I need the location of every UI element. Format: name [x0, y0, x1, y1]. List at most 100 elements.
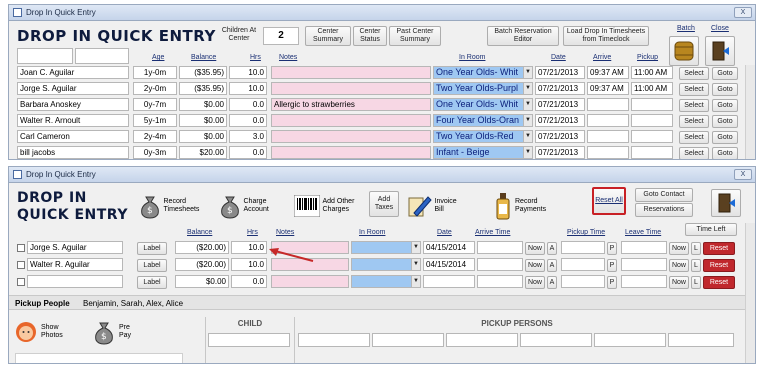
leave-time-field[interactable] [621, 241, 667, 254]
name-search-input-2[interactable] [75, 48, 129, 64]
center-status-button[interactable]: Center Status [353, 26, 387, 46]
reservations-button[interactable]: Reservations [635, 203, 693, 217]
room-select[interactable]: Two Year Olds-Red ▼ [433, 130, 533, 143]
notes-field[interactable] [271, 275, 349, 288]
chevron-down-icon[interactable]: ▼ [523, 83, 532, 94]
center-summary-button[interactable]: Center Summary [305, 26, 351, 46]
label-button[interactable]: Label [137, 242, 167, 255]
arrive-field[interactable]: 09:37 AM [587, 82, 629, 95]
leave-l-button[interactable]: L [691, 242, 701, 255]
pickup-field[interactable] [631, 98, 673, 111]
pickup-field[interactable]: 11:00 AM [631, 82, 673, 95]
goto-button[interactable]: Goto [712, 67, 738, 80]
pickup-p-button[interactable]: P [607, 276, 617, 289]
hrs-field[interactable]: 10.0 [229, 66, 267, 79]
leave-now-button[interactable]: Now [669, 242, 689, 255]
select-button[interactable]: Select [679, 131, 709, 144]
close-button[interactable] [705, 36, 735, 66]
select-button[interactable]: Select [679, 99, 709, 112]
batch-reservation-editor-button[interactable]: Batch Reservation Editor [487, 26, 559, 46]
leave-l-button[interactable]: L [691, 259, 701, 272]
goto-button[interactable]: Goto [712, 115, 738, 128]
date-field[interactable]: 04/15/2014 [423, 241, 475, 254]
hrs-field[interactable]: 0.0 [229, 98, 267, 111]
pickup-field[interactable]: 11:00 AM [631, 66, 673, 79]
hrs-field[interactable]: 3.0 [229, 130, 267, 143]
record-timesheets-button[interactable]: $ Record Timesheets [135, 190, 205, 222]
row-checkbox[interactable] [17, 278, 25, 286]
arrive-a-button[interactable]: A [547, 259, 557, 272]
pickup-field[interactable] [631, 146, 673, 159]
leave-time-field[interactable] [621, 275, 667, 288]
label-button[interactable]: Label [137, 259, 167, 272]
date-field[interactable]: 07/21/2013 [535, 146, 585, 159]
notes-field[interactable] [271, 146, 431, 159]
arrive-now-button[interactable]: Now [525, 276, 545, 289]
label-button[interactable]: Label [137, 276, 167, 289]
load-drop-in-timesheets-button[interactable]: Load Drop In Timesheets from Timeclock [563, 26, 649, 46]
date-field[interactable]: 07/21/2013 [535, 66, 585, 79]
charge-account-button[interactable]: $ Charge Account [213, 190, 283, 222]
hrs-field[interactable]: 10.0 [229, 82, 267, 95]
pickup-p-button[interactable]: P [607, 242, 617, 255]
time-left-button[interactable]: Time Left [685, 223, 737, 236]
add-taxes-button[interactable]: Add Taxes [369, 191, 399, 217]
chevron-down-icon[interactable]: ▼ [523, 147, 532, 158]
past-center-summary-button[interactable]: Past Center Summary [389, 26, 441, 46]
notes-field[interactable] [271, 82, 431, 95]
notes-field[interactable] [271, 130, 431, 143]
hrs-field[interactable]: 10.0 [231, 241, 267, 254]
goto-button[interactable]: Goto [712, 99, 738, 112]
show-photos-button[interactable]: Show Photos [15, 317, 75, 347]
arrive-field[interactable]: 09:37 AM [587, 66, 629, 79]
room-select[interactable]: ▼ [351, 241, 421, 254]
reset-row-button[interactable]: Reset [703, 259, 735, 272]
room-select[interactable]: ▼ [351, 275, 421, 288]
reset-row-button[interactable]: Reset [703, 276, 735, 289]
chevron-down-icon[interactable]: ▼ [523, 99, 532, 110]
room-select[interactable]: Infant - Beige ▼ [433, 146, 533, 159]
notes-field[interactable] [271, 114, 431, 127]
hrs-field[interactable]: 10.0 [231, 258, 267, 271]
date-field[interactable] [423, 275, 475, 288]
bottom-scrollbar[interactable] [745, 223, 755, 363]
pickup-field[interactable] [631, 114, 673, 127]
goto-button[interactable]: Goto [712, 83, 738, 96]
leave-now-button[interactable]: Now [669, 259, 689, 272]
batch-button[interactable] [669, 36, 699, 66]
goto-contact-button[interactable]: Goto Contact [635, 188, 693, 202]
leave-time-field[interactable] [621, 258, 667, 271]
chevron-down-icon[interactable]: ▼ [523, 131, 532, 142]
pickup-field[interactable] [631, 130, 673, 143]
exit-button[interactable] [711, 189, 741, 217]
arrive-time-field[interactable] [477, 258, 523, 271]
leave-l-button[interactable]: L [691, 276, 701, 289]
arrive-field[interactable] [587, 130, 629, 143]
notes-field[interactable] [271, 66, 431, 79]
select-button[interactable]: Select [679, 67, 709, 80]
reset-all-button[interactable]: Reset All [592, 187, 626, 215]
invoice-bill-button[interactable]: Invoice Bill [403, 190, 463, 222]
arrive-now-button[interactable]: Now [525, 259, 545, 272]
select-button[interactable]: Select [679, 83, 709, 96]
chevron-down-icon[interactable]: ▼ [411, 242, 420, 253]
arrive-a-button[interactable]: A [547, 242, 557, 255]
row-checkbox[interactable] [17, 261, 25, 269]
notes-field[interactable]: Allergic to strawberries [271, 98, 431, 111]
room-select[interactable]: ▼ [351, 258, 421, 271]
select-button[interactable]: Select [679, 147, 709, 159]
select-button[interactable]: Select [679, 115, 709, 128]
arrive-time-field[interactable] [477, 275, 523, 288]
arrive-now-button[interactable]: Now [525, 242, 545, 255]
hrs-field[interactable]: 0.0 [229, 146, 267, 159]
chevron-down-icon[interactable]: ▼ [523, 67, 532, 78]
hrs-field[interactable]: 0.0 [231, 275, 267, 288]
room-select[interactable]: One Year Olds- Whit ▼ [433, 66, 533, 79]
row-checkbox[interactable] [17, 244, 25, 252]
pickup-p-button[interactable]: P [607, 259, 617, 272]
pickup-time-field[interactable] [561, 258, 605, 271]
hrs-field[interactable]: 0.0 [229, 114, 267, 127]
date-field[interactable]: 07/21/2013 [535, 82, 585, 95]
arrive-a-button[interactable]: A [547, 276, 557, 289]
record-payments-button[interactable]: Record Payments [489, 190, 559, 222]
